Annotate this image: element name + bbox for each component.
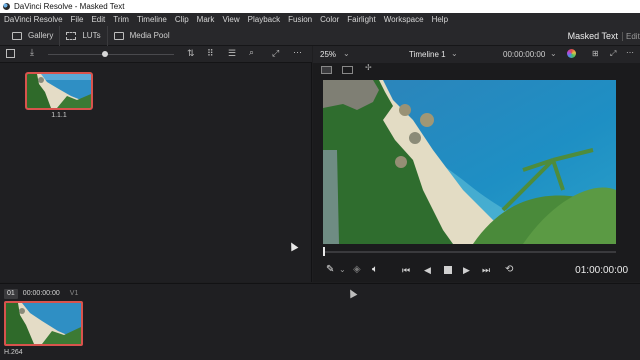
sidebar-toggle-icon[interactable]	[6, 49, 15, 58]
stop-icon[interactable]	[444, 266, 452, 274]
clip-thumbnail[interactable]	[4, 301, 83, 346]
chevron-down-icon[interactable]: ⌄	[339, 265, 346, 274]
go-to-start-icon[interactable]: ⏮︎	[402, 265, 410, 276]
menu-workspace[interactable]: Workspace	[380, 15, 428, 24]
more-options-icon[interactable]: ⋯	[626, 48, 634, 57]
slider-knob[interactable]	[101, 51, 108, 57]
clip-header: 01 00:00:00:00 V1	[4, 288, 78, 299]
go-to-end-icon[interactable]: ⏭︎	[482, 265, 490, 276]
play-icon[interactable]: ▶	[463, 265, 470, 276]
menu-fusion[interactable]: Fusion	[284, 15, 316, 24]
clip-track: V1	[69, 290, 79, 297]
play-reverse-icon[interactable]: ◀	[424, 265, 431, 276]
color-wheel-icon[interactable]	[567, 49, 576, 58]
luts-label: LUTs	[82, 31, 101, 40]
gallery-panel: ⤓ ⇅ ⠿ ☰ ⌕ ⤢ ⋯ 1.1.1	[0, 46, 312, 282]
effects-icon[interactable]: ✢	[365, 63, 372, 72]
zoom-level[interactable]: 25%	[320, 50, 336, 59]
beach-clip-image	[6, 303, 81, 344]
menu-mark[interactable]: Mark	[193, 15, 219, 24]
beach-scene-image	[323, 80, 616, 244]
eyedropper-icon[interactable]: ✎	[326, 264, 334, 275]
clip-codec: H.264	[4, 349, 23, 356]
thumbnail-size-slider[interactable]	[48, 54, 174, 55]
gallery-button[interactable]: Gallery	[0, 25, 61, 46]
window-title: DaVinci Resolve - Masked Text	[14, 2, 125, 11]
chevron-down-icon[interactable]: ⌄	[343, 49, 350, 58]
still-label: 1.1.1	[51, 112, 67, 119]
dual-viewer-icon[interactable]	[342, 66, 353, 74]
menu-timeline[interactable]: Timeline	[133, 15, 171, 24]
gallery-still-thumbnail[interactable]	[25, 72, 93, 110]
clips-panel: 01 00:00:00:00 V1 H.264	[0, 283, 640, 360]
tab-edit[interactable]: Edit	[622, 32, 640, 41]
clip-index: 01	[4, 288, 18, 299]
menu-color[interactable]: Color	[316, 15, 343, 24]
menu-edit[interactable]: Edit	[87, 15, 109, 24]
menu-clip[interactable]: Clip	[171, 15, 193, 24]
menu-view[interactable]: View	[218, 15, 243, 24]
viewer-panel: 25% ⌄ Timeline 1 ⌄ 00:00:00:00 ⌄ ⊞ ⤢ ⋯ ✢	[313, 46, 640, 282]
clip-timecode: 00:00:00:00	[22, 290, 60, 297]
layers-icon[interactable]: ◈	[353, 264, 361, 275]
page-title: Masked Text	[567, 31, 618, 41]
davinci-resolve-logo-icon	[3, 3, 10, 10]
playhead[interactable]	[323, 247, 325, 256]
gallery-label: Gallery	[28, 31, 54, 40]
grid-icon[interactable]: ⊞	[592, 49, 599, 58]
menu-bar: DaVinci Resolve File Edit Trim Timeline …	[0, 13, 640, 26]
menu-trim[interactable]: Trim	[109, 15, 133, 24]
menu-playback[interactable]: Playback	[244, 15, 284, 24]
single-viewer-icon[interactable]	[321, 66, 332, 74]
viewer-timecode: 01:00:00:00	[575, 265, 628, 276]
menu-fairlight[interactable]: Fairlight	[343, 15, 379, 24]
media-pool-button[interactable]: Media Pool	[108, 26, 176, 46]
grid-view-icon[interactable]: ⠿	[207, 48, 214, 59]
search-icon[interactable]: ⌕	[249, 47, 254, 58]
page-toolbar: Gallery LUTs Media Pool Masked Text Edit	[0, 25, 640, 46]
import-icon[interactable]: ⤓	[30, 47, 34, 58]
menu-file[interactable]: File	[67, 15, 88, 24]
gallery-toolbar: ⤓ ⇅ ⠿ ☰ ⌕ ⤢ ⋯	[0, 46, 312, 63]
scrubber-bar[interactable]	[323, 251, 616, 253]
volume-icon[interactable]: 🔈︎	[372, 264, 378, 275]
list-view-icon[interactable]: ☰	[228, 48, 236, 59]
loop-icon[interactable]: ⟲	[505, 264, 513, 275]
chevron-down-icon[interactable]: ⌄	[550, 49, 557, 58]
sort-icon[interactable]: ⇅	[187, 48, 195, 59]
chevron-down-icon[interactable]: ⌄	[451, 49, 458, 58]
luts-button[interactable]: LUTs	[60, 25, 108, 46]
more-options-icon[interactable]: ⋯	[293, 47, 302, 58]
timeline-name[interactable]: Timeline 1	[409, 50, 446, 59]
viewer-header: 25% ⌄ Timeline 1 ⌄ 00:00:00:00 ⌄ ⊞ ⤢ ⋯	[313, 46, 640, 63]
title-bar: DaVinci Resolve - Masked Text	[0, 0, 640, 13]
fullscreen-icon[interactable]: ⤢	[610, 49, 616, 59]
menu-help[interactable]: Help	[428, 15, 452, 24]
menu-davinci-resolve[interactable]: DaVinci Resolve	[0, 15, 67, 24]
media-pool-icon	[113, 31, 124, 40]
header-timecode: 00:00:00:00	[503, 50, 546, 59]
media-pool-label: Media Pool	[129, 31, 170, 40]
viewer-subtoolbar: ✢	[313, 63, 640, 77]
beach-thumbnail-image	[27, 74, 91, 108]
viewer-video-frame[interactable]	[323, 80, 616, 244]
luts-icon	[66, 31, 77, 40]
gallery-icon	[12, 31, 22, 40]
fullscreen-icon[interactable]: ⤢	[272, 48, 279, 59]
